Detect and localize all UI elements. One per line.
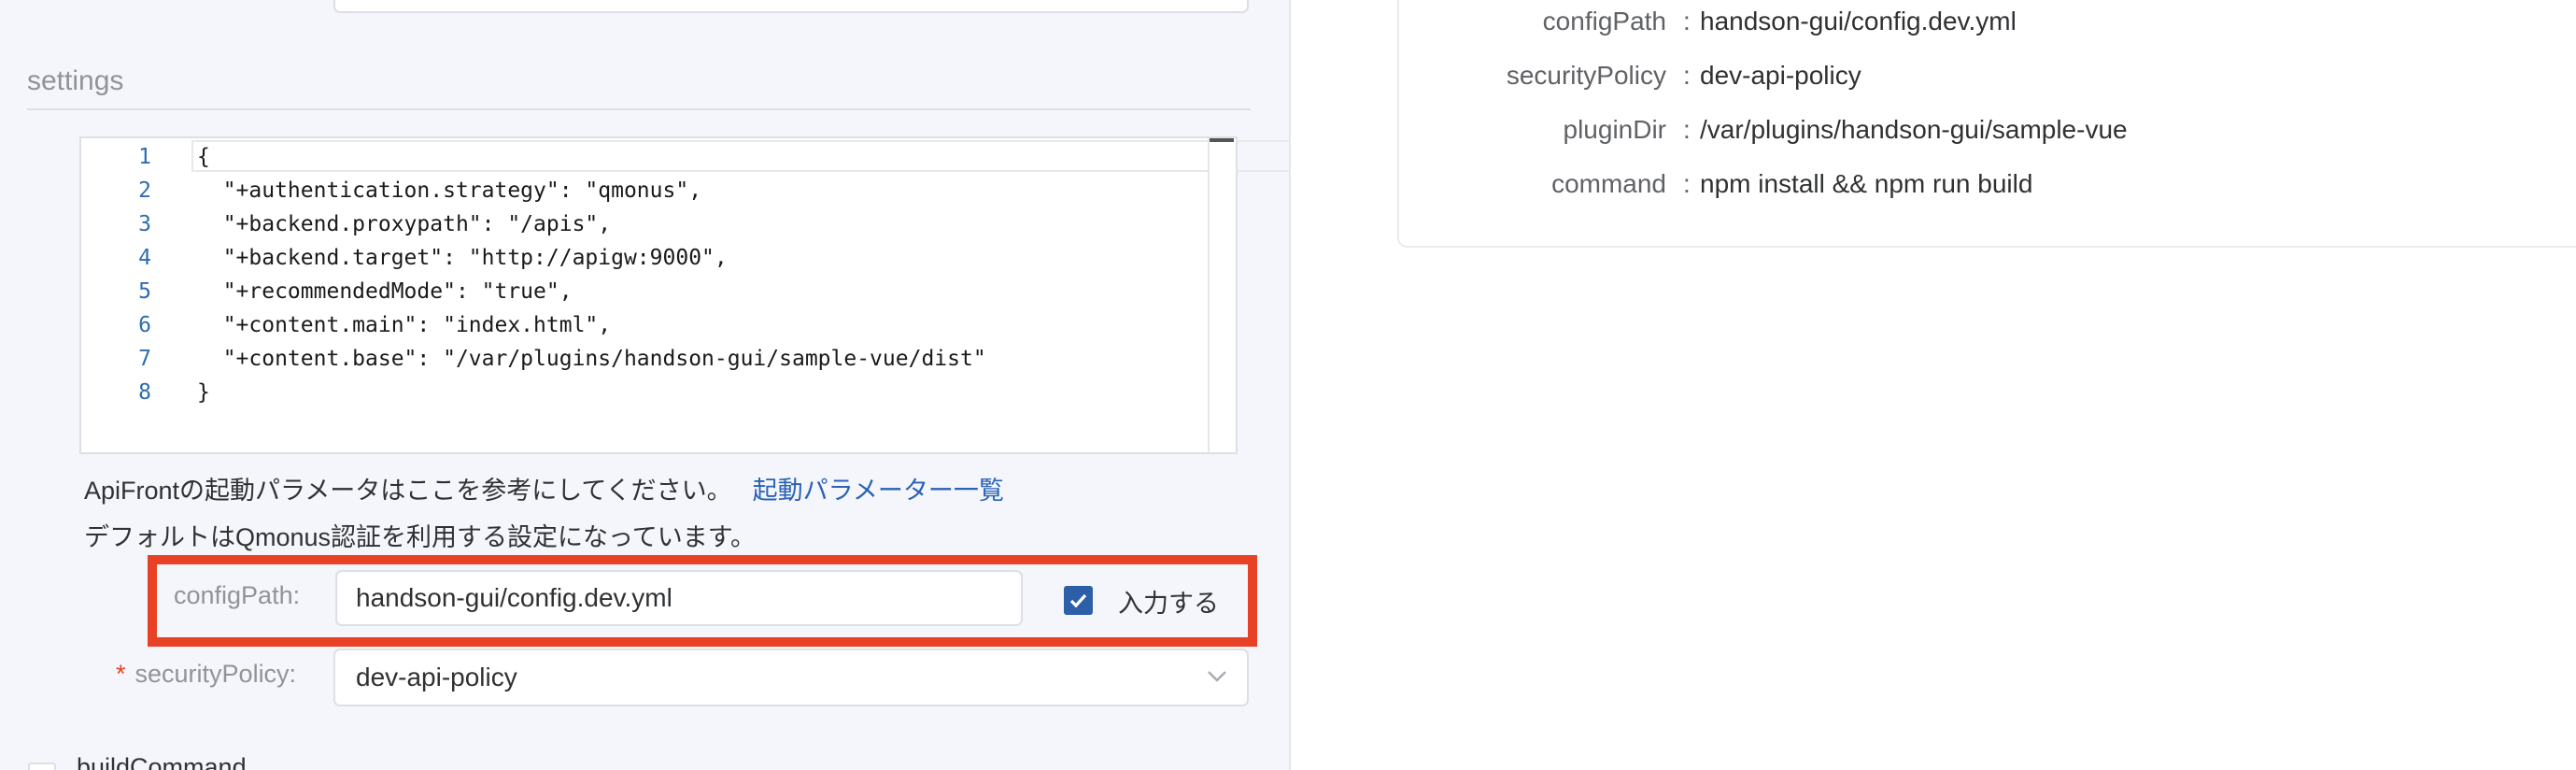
detail-separator: : — [1683, 169, 1691, 198]
detail-separator: : — [1683, 115, 1691, 144]
code-line: "+backend.proxypath": "/apis", — [197, 212, 612, 236]
checkmark-icon — [1069, 593, 1087, 608]
line-number: 6 — [138, 313, 151, 337]
detail-key-command: command — [1551, 169, 1666, 198]
line-number-gutter: 1 2 3 4 5 6 7 8 — [81, 138, 151, 452]
detail-card: configPath : handson-gui/config.dev.yml … — [1397, 0, 2576, 248]
code-line: "+content.base": "/var/plugins/handson-g… — [197, 347, 986, 371]
line-number: 1 — [138, 145, 151, 169]
help-text-line-2: デフォルトはQmonus認証を利用する設定になっています。 — [84, 523, 756, 551]
line-number: 2 — [138, 178, 151, 203]
security-policy-value: dev-api-policy — [356, 663, 517, 692]
config-path-checkbox-label[interactable]: 入力する — [1118, 583, 1219, 620]
security-policy-label: * securityPolicy: — [116, 660, 296, 689]
section-divider — [27, 108, 1251, 110]
required-asterisk: * — [116, 660, 126, 688]
editor-scroll-thumb[interactable] — [1210, 138, 1234, 142]
help-text: ApiFrontの起動パラメータはここを参考にしてください。 — [84, 477, 732, 505]
detail-value-plugin-dir: /var/plugins/handson-gui/sample-vue — [1700, 115, 2128, 144]
detail-value-security-policy: dev-api-policy — [1700, 61, 1861, 90]
settings-section-title: settings — [27, 65, 124, 96]
detail-separator: : — [1683, 61, 1691, 90]
settings-code-editor[interactable]: 1 2 3 4 5 6 7 8 { "+authentication.strat… — [79, 136, 1289, 454]
detail-value-command: npm install && npm run build — [1700, 169, 2033, 198]
security-policy-select[interactable]: dev-api-policy — [333, 649, 1249, 706]
detail-key-plugin-dir: pluginDir — [1563, 115, 1667, 144]
active-line-highlight — [191, 140, 1289, 172]
detail-value-config-path: handson-gui/config.dev.yml — [1700, 7, 2017, 36]
code-line: "+backend.target": "http://apigw:9000", — [197, 246, 728, 270]
pane-divider — [1289, 0, 1291, 770]
code-line: "+content.main": "index.html", — [197, 313, 612, 337]
detail-key-security-policy: securityPolicy — [1506, 61, 1666, 90]
line-number: 7 — [138, 347, 151, 371]
line-number: 8 — [138, 380, 151, 405]
config-path-label: configPath: — [174, 581, 301, 609]
previous-input-field[interactable] — [333, 0, 1249, 13]
code-line: "+recommendedMode": "true", — [197, 279, 573, 304]
editor-scrollbar[interactable] — [1208, 138, 1236, 452]
line-number: 3 — [138, 212, 151, 236]
code-line: "+authentication.strategy": "qmonus", — [197, 178, 702, 203]
config-path-input-checkbox[interactable] — [1064, 586, 1093, 615]
help-text-line-1: ApiFrontの起動パラメータはここを参考にしてください。 起動パラメーター一覧 — [84, 470, 1004, 506]
security-policy-label-text: securityPolicy: — [134, 660, 297, 688]
build-command-label: buildCommand — [77, 753, 247, 770]
config-path-input[interactable]: handson-gui/config.dev.yml — [335, 570, 1023, 626]
detail-separator: : — [1683, 7, 1691, 36]
line-number: 4 — [138, 246, 151, 270]
build-command-checkbox[interactable] — [28, 763, 56, 770]
code-line: { — [197, 145, 210, 169]
chevron-down-icon — [1208, 671, 1226, 682]
line-number: 5 — [138, 279, 151, 304]
startup-params-link[interactable]: 起動パラメーター一覧 — [753, 477, 1004, 505]
detail-key-config-path: configPath — [1542, 7, 1666, 36]
code-line: } — [197, 380, 210, 405]
form-pane: settings 1 2 3 4 5 6 7 8 { "+authenticat… — [0, 0, 1289, 770]
